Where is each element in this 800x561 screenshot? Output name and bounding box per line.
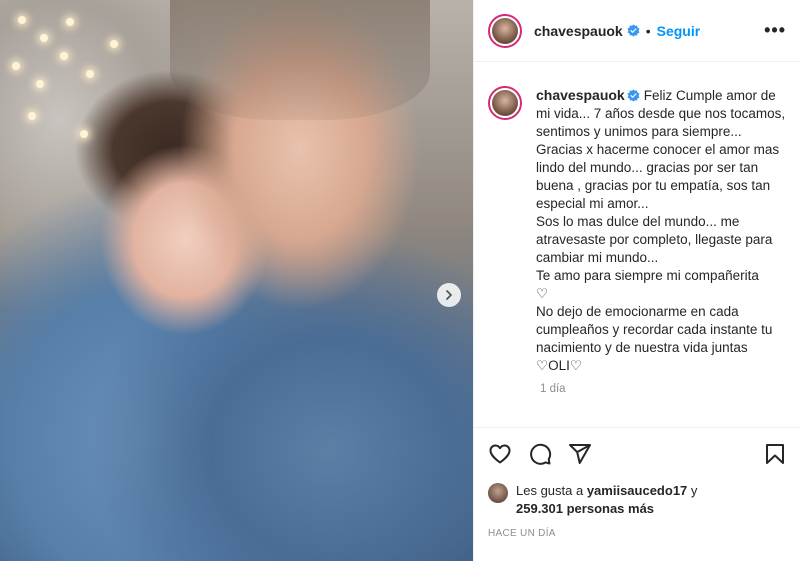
- follow-button[interactable]: Seguir: [657, 23, 701, 39]
- light-bulb: [36, 80, 44, 88]
- likes-summary: Les gusta a yamiisaucedo17 y 259.301 per…: [488, 482, 787, 518]
- chevron-right-icon: [446, 290, 452, 300]
- light-bulb: [110, 40, 118, 48]
- avatar[interactable]: [488, 86, 522, 120]
- more-options-button[interactable]: •••: [764, 20, 786, 41]
- caption-timestamp[interactable]: 1 día: [540, 383, 787, 395]
- bookmark-icon[interactable]: [763, 442, 787, 466]
- post-sidebar: chavespauok • Seguir ••• chavespauok Feli…: [473, 0, 800, 561]
- verified-badge-icon: [627, 24, 640, 37]
- light-bulb: [12, 62, 20, 70]
- light-bulb: [28, 112, 36, 120]
- heart-icon[interactable]: [488, 442, 512, 466]
- action-icons: [488, 440, 787, 468]
- header-username[interactable]: chavespauok: [534, 23, 623, 39]
- caption: chavespauok Feliz Cumple amor de mi vida.…: [488, 86, 787, 375]
- light-bulb: [86, 70, 94, 78]
- caption-text: chavespauok Feliz Cumple amor de mi vida.…: [536, 86, 787, 375]
- likes-prefix: Les gusta a: [516, 483, 587, 498]
- light-bulb: [40, 34, 48, 42]
- caption-body: Feliz Cumple amor de mi vida... 7 años d…: [536, 88, 786, 373]
- carousel-next-button[interactable]: [437, 283, 461, 307]
- caption-username[interactable]: chavespauok: [536, 87, 625, 103]
- light-bulb: [60, 52, 68, 60]
- avatar[interactable]: [488, 13, 522, 48]
- likes-text: Les gusta a yamiisaucedo17 y 259.301 per…: [516, 482, 697, 518]
- light-bulb: [80, 130, 88, 138]
- separator-dot: •: [645, 22, 651, 39]
- light-bulb: [18, 16, 26, 24]
- liker-avatar[interactable]: [488, 483, 508, 503]
- likes-count[interactable]: 259.301 personas más: [516, 501, 654, 516]
- light-bulb: [66, 18, 74, 26]
- post-actions: Les gusta a yamiisaucedo17 y 259.301 per…: [474, 427, 800, 561]
- photo-hair: [170, 0, 430, 120]
- verified-badge-icon: [627, 89, 640, 102]
- comment-icon[interactable]: [528, 442, 552, 466]
- instagram-post: chavespauok • Seguir ••• chavespauok Feli…: [0, 0, 800, 561]
- caption-area: chavespauok Feliz Cumple amor de mi vida.…: [474, 62, 800, 427]
- post-timestamp[interactable]: HACE UN DÍA: [488, 528, 787, 539]
- likes-connector: y: [687, 483, 698, 498]
- liker-username[interactable]: yamiisaucedo17: [587, 483, 687, 498]
- post-photo[interactable]: [0, 0, 473, 561]
- share-icon[interactable]: [568, 442, 592, 466]
- post-header: chavespauok • Seguir •••: [474, 0, 800, 62]
